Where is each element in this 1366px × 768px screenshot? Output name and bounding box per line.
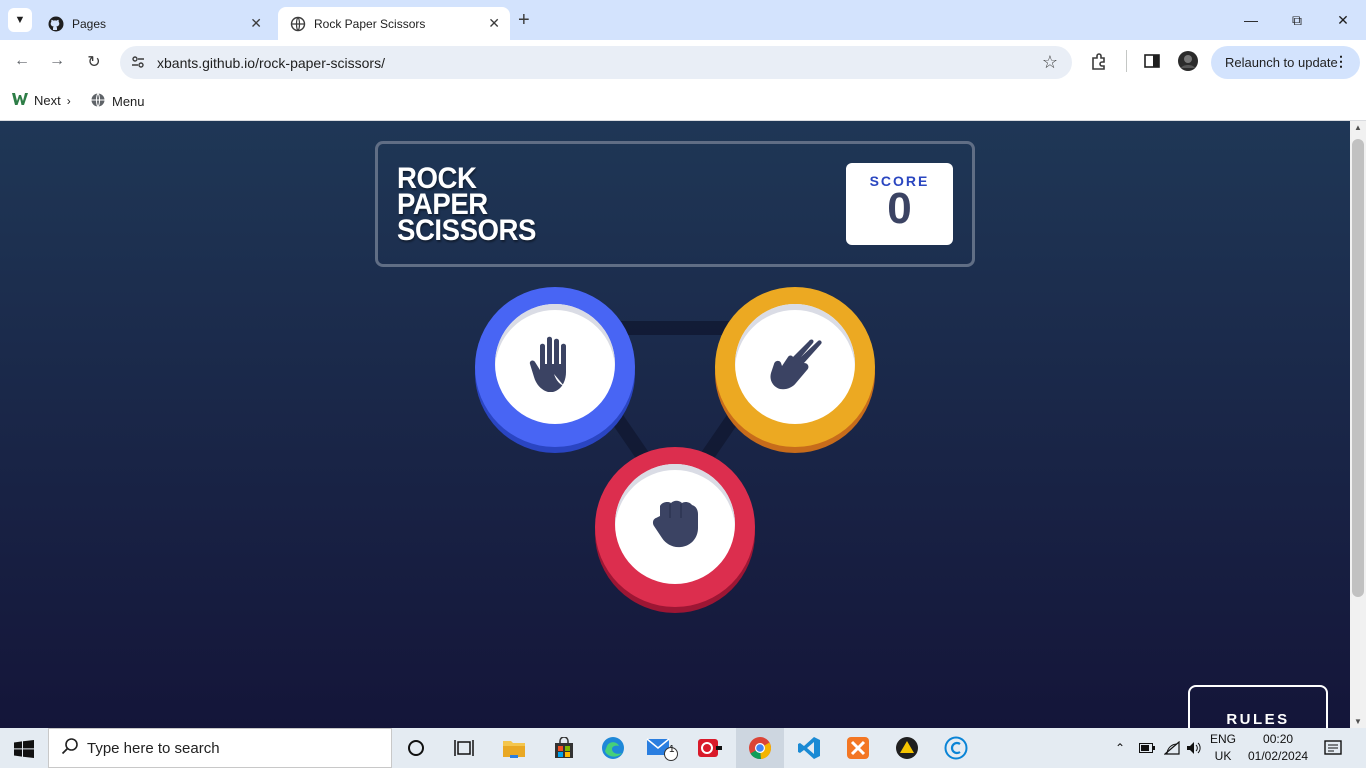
rock-button[interactable] — [595, 447, 755, 607]
c-app-icon[interactable] — [932, 728, 980, 768]
task-view-icon[interactable] — [440, 728, 488, 768]
chevron-right-icon: › — [66, 93, 71, 108]
window-close-button[interactable]: ✕ — [1320, 6, 1366, 34]
scissors-button[interactable] — [715, 287, 875, 447]
lang-top: ENG — [1210, 732, 1237, 746]
side-panel-icon[interactable] — [1143, 52, 1161, 75]
url-text: xbants.github.io/rock-paper-scissors/ — [157, 55, 385, 71]
clock[interactable]: 00:20 01/02/2024 — [1248, 731, 1308, 765]
volume-icon[interactable] — [1186, 728, 1202, 768]
browser-toolbar: ← → ↻ xbants.github.io/rock-paper-scisso… — [0, 40, 1366, 86]
restore-button[interactable]: ⧉ — [1274, 6, 1320, 34]
tab-title: Pages — [72, 16, 107, 31]
scissors-icon — [735, 304, 855, 424]
scroll-down-icon[interactable]: ▼ — [1354, 717, 1362, 726]
search-icon — [61, 737, 79, 760]
bookmark-star-icon[interactable]: ☆ — [1042, 52, 1058, 73]
bookmark-label: Menu — [112, 94, 145, 109]
relaunch-label: Relaunch to update — [1225, 55, 1338, 70]
close-icon[interactable]: ✕ — [488, 15, 500, 32]
windows-start-icon[interactable] — [14, 740, 34, 763]
store-icon[interactable] — [540, 728, 588, 768]
clock-time: 00:20 — [1263, 732, 1294, 746]
mail-icon[interactable]: 1 — [638, 728, 686, 768]
reload-button[interactable]: ↻ — [83, 52, 105, 72]
clock-date: 01/02/2024 — [1248, 749, 1309, 763]
lang-bottom: UK — [1214, 749, 1232, 763]
mail-badge: 1 — [669, 744, 675, 755]
battery-icon[interactable] — [1139, 728, 1155, 768]
new-tab-button[interactable]: + — [518, 8, 530, 32]
site-info-icon[interactable] — [130, 54, 146, 70]
paper-button[interactable] — [475, 287, 635, 447]
chrome-icon[interactable] — [736, 728, 784, 768]
forward-button[interactable]: → — [46, 52, 68, 70]
minimize-button[interactable]: — — [1228, 6, 1274, 34]
profile-avatar[interactable] — [1177, 50, 1199, 77]
taskbar-search[interactable]: Type here to search — [48, 728, 392, 768]
chevron-up-icon[interactable]: ⌃ — [1115, 728, 1125, 768]
paper-icon — [495, 304, 615, 424]
tab-rock-paper-scissors[interactable]: Rock Paper Scissors ✕ — [278, 7, 510, 40]
search-placeholder: Type here to search — [87, 739, 220, 757]
file-explorer-icon[interactable] — [490, 728, 538, 768]
globe-icon — [90, 92, 106, 111]
game-page: ROCK PAPER SCISSORS SCORE 0 RULES — [0, 121, 1350, 728]
page-scrollbar[interactable]: ▲ ▼ — [1350, 121, 1366, 728]
rules-button[interactable]: RULES — [1188, 685, 1328, 728]
extensions-icon[interactable] — [1089, 52, 1109, 77]
triangle-background — [548, 321, 802, 510]
tab-strip: ▼ Pages ✕ Rock Paper Scissors ✕ + — ⧉ ✕ — [0, 0, 1366, 40]
bookmark-label: Next — [34, 93, 61, 108]
xampp-icon[interactable] — [834, 728, 882, 768]
tab-search-button[interactable]: ▼ — [8, 8, 32, 32]
language-indicator[interactable]: ENG UK — [1210, 731, 1236, 765]
toolbar-divider — [1126, 50, 1127, 72]
vscode-icon[interactable] — [785, 728, 833, 768]
bookmarks-bar: Next › Menu — [0, 86, 1366, 121]
cortana-icon[interactable] — [392, 728, 440, 768]
scrollbar-thumb[interactable] — [1352, 139, 1364, 597]
relaunch-button[interactable]: Relaunch to update ⋮ — [1211, 46, 1360, 79]
close-icon[interactable]: ✕ — [250, 15, 262, 32]
edge-icon[interactable] — [589, 728, 637, 768]
tab-title: Rock Paper Scissors — [314, 16, 426, 31]
w-logo-icon — [12, 92, 28, 109]
warning-app-icon[interactable] — [883, 728, 931, 768]
github-icon — [48, 16, 64, 32]
notifications-icon[interactable] — [1324, 728, 1342, 768]
bookmark-menu[interactable]: Menu — [90, 92, 145, 111]
rock-icon — [615, 464, 735, 584]
more-menu-icon[interactable]: ⋮ — [1334, 53, 1348, 70]
tab-pages[interactable]: Pages ✕ — [36, 7, 272, 40]
globe-icon — [290, 16, 306, 32]
back-button[interactable]: ← — [11, 52, 33, 70]
wifi-icon[interactable] — [1164, 728, 1180, 768]
scroll-up-icon[interactable]: ▲ — [1354, 123, 1362, 132]
bookmark-next[interactable]: Next › — [12, 92, 71, 109]
address-bar[interactable]: xbants.github.io/rock-paper-scissors/ ☆ — [120, 46, 1072, 79]
media-app-icon[interactable] — [686, 728, 734, 768]
taskbar: Type here to search 1 ⌃ ENG UK 00:20 01/… — [0, 728, 1366, 768]
